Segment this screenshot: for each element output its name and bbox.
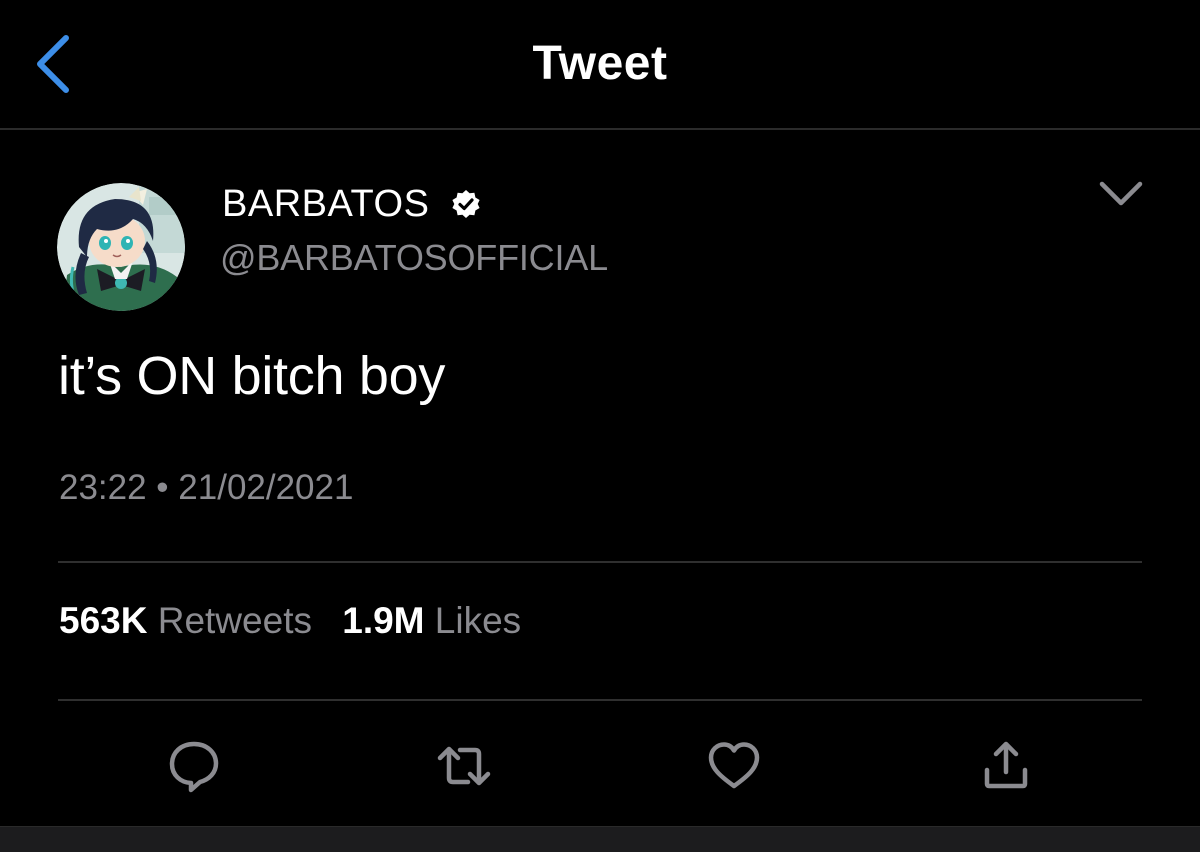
avatar-image xyxy=(57,183,185,311)
retweets-count: 563K xyxy=(59,600,148,641)
page-title: Tweet xyxy=(532,37,668,90)
like-icon xyxy=(708,742,760,789)
likes-count: 1.9M xyxy=(342,600,425,641)
top-nav-bar: Tweet xyxy=(0,0,1200,130)
like-button[interactable] xyxy=(706,738,762,794)
author-handle[interactable]: @BARBATOSOFFICIAL xyxy=(220,237,608,279)
author-display-name: BARBATOS xyxy=(222,182,430,225)
share-button[interactable] xyxy=(978,738,1034,794)
retweet-icon xyxy=(437,746,491,786)
retweets-stat[interactable]: 563K Retweets xyxy=(59,600,312,642)
divider xyxy=(58,699,1142,701)
verified-badge-icon xyxy=(451,189,481,219)
share-icon xyxy=(984,741,1028,789)
author-name-row[interactable]: BARBATOS xyxy=(222,180,481,228)
divider xyxy=(58,561,1142,563)
tweet-timestamp: 23:22 • 21/02/2021 xyxy=(59,468,354,507)
chevron-down-icon xyxy=(1099,181,1143,206)
tweet-stats: 563K Retweets 1.9M Likes xyxy=(59,600,541,642)
retweets-label: Retweets xyxy=(157,600,312,641)
tweet-text: it’s ON bitch boy xyxy=(58,346,446,406)
likes-stat[interactable]: 1.9M Likes xyxy=(342,600,521,642)
avatar[interactable] xyxy=(57,183,185,311)
reply-button[interactable] xyxy=(166,738,222,794)
bottom-tab-bar xyxy=(0,826,1200,852)
tweet-menu-button[interactable] xyxy=(1094,172,1148,218)
reply-icon xyxy=(169,741,219,793)
likes-label: Likes xyxy=(434,600,522,641)
retweet-button[interactable] xyxy=(436,738,492,794)
